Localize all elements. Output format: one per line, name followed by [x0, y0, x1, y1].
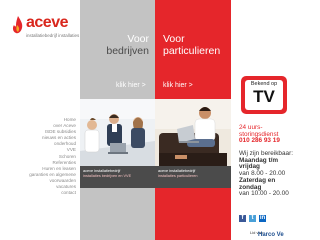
service-phone[interactable]: 010 286 93 19	[239, 138, 309, 145]
business-caption-2: installaties bedrijven en VVE	[83, 174, 132, 178]
brand-name: aceve	[26, 14, 69, 31]
business-panel-title: Voor bedrijven	[106, 33, 149, 57]
tv-badge-big-text: TV	[253, 87, 275, 106]
private-title-line2: particulieren	[163, 45, 221, 57]
linkedin-icon[interactable]: in	[259, 215, 266, 222]
business-link[interactable]: klik hier >	[116, 82, 146, 89]
business-caption-1: aceve installatiebedrijf	[83, 169, 121, 173]
business-title-line1: Voor	[127, 33, 149, 45]
brand-tagline: installatiebedrijf installaties	[26, 33, 80, 38]
private-caption-band: aceve installatiebedrijf installaties pa…	[155, 166, 231, 188]
private-panel-title: Voor particulieren	[163, 33, 220, 57]
tv-badge[interactable]: Bekend op TV	[241, 76, 287, 114]
partner-name: Harco Ve	[258, 232, 284, 238]
brand-logo[interactable]: aceve installatiebedrijf installaties	[12, 14, 80, 44]
tv-badge-inner: Bekend op TV	[245, 80, 283, 110]
facebook-icon[interactable]: f	[239, 215, 246, 222]
man-on-sofa-image	[155, 99, 231, 171]
partner-logo[interactable]: Lid van Harco Ve	[250, 230, 290, 240]
business-caption-band: aceve installatiebedrijf installaties be…	[80, 166, 155, 188]
main-navigation: Home over Aceve ISDE subsidies nieuws en…	[14, 117, 76, 196]
business-title-line2: bedrijven	[106, 45, 149, 57]
private-title-line1: Voor	[163, 33, 185, 45]
opening-hours: Wij zijn bereikbaar: Maandag t/m vrijdag…	[239, 150, 309, 198]
business-photo[interactable]	[80, 99, 155, 171]
flame-icon	[12, 16, 23, 34]
hours-weekend-time: van 10.00 - 20.00	[239, 190, 289, 198]
private-caption-1: aceve installatiebedrijf	[158, 169, 196, 173]
office-meeting-image	[80, 99, 155, 171]
private-link[interactable]: klik hier >	[163, 82, 193, 89]
nav-item-contact[interactable]: contact	[14, 190, 76, 196]
private-photo[interactable]	[155, 99, 231, 171]
twitter-icon[interactable]: t	[249, 215, 256, 222]
service-info: 24 uurs- storingsdienst 010 286 93 19	[239, 124, 309, 145]
private-caption-2: installaties particulieren	[158, 174, 198, 178]
